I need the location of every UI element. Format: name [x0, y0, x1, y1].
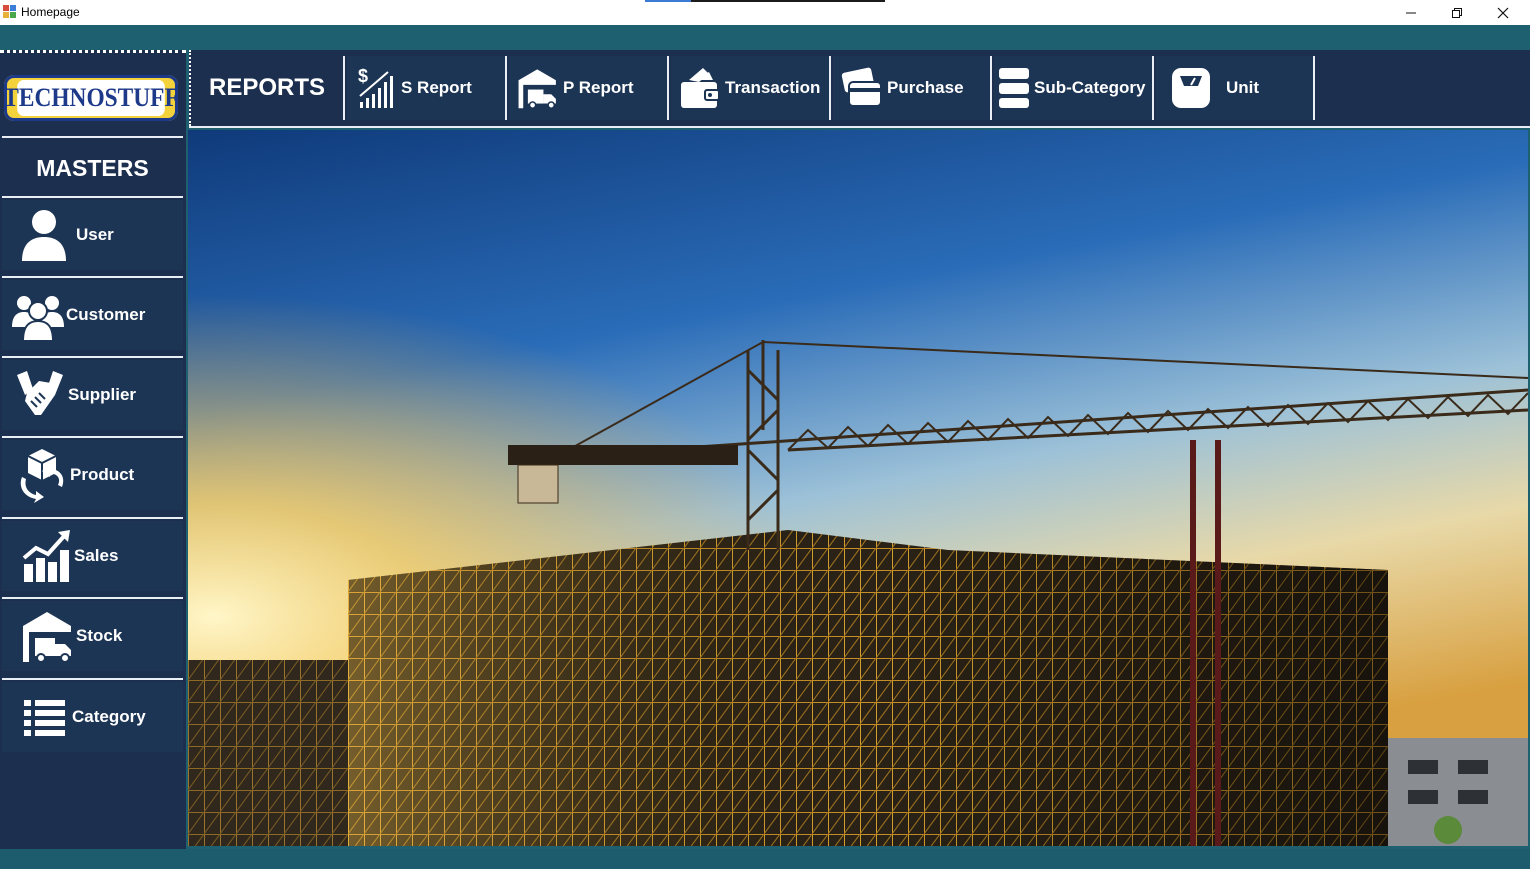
window-title: Homepage [21, 5, 80, 19]
sidebar-item-label: Stock [76, 626, 123, 645]
sidebar-item-label: Customer [66, 305, 146, 324]
dollar-bars-icon: $ [353, 65, 399, 111]
divider [343, 56, 345, 120]
sidebar-item-stock[interactable]: Stock [2, 601, 183, 671]
sidebar: TECHNOSTUFF MASTERS User Customer Suppli… [0, 50, 186, 849]
tab-sub-category[interactable]: Sub-Category [994, 56, 1152, 120]
tab-label: P Report [563, 78, 634, 97]
group-icon [10, 287, 66, 343]
database-icon [996, 65, 1032, 111]
title-bar: Homepage [0, 0, 1530, 25]
minimize-button[interactable] [1388, 0, 1434, 25]
warehouse-truck-icon [20, 608, 76, 664]
divider [2, 196, 183, 198]
tab-label: Transaction [725, 78, 821, 97]
tab-transaction[interactable]: Transaction [671, 56, 829, 120]
sidebar-item-label: Category [72, 707, 146, 726]
restore-button[interactable] [1434, 0, 1480, 25]
title-accent [645, 0, 885, 2]
sidebar-item-sales[interactable]: Sales [2, 521, 183, 591]
app-icon [3, 5, 16, 18]
tab-s-report[interactable]: $ S Report [347, 56, 505, 120]
tab-unit[interactable]: Unit [1156, 56, 1314, 120]
sidebar-item-category[interactable]: Category [2, 682, 183, 752]
sidebar-item-product[interactable]: Product [2, 440, 183, 510]
sidebar-heading: MASTERS [2, 140, 183, 196]
minimize-icon [1406, 12, 1416, 13]
divider [1313, 56, 1315, 120]
divider [2, 356, 183, 358]
construction-background-image [188, 130, 1528, 846]
tab-label: S Report [401, 78, 472, 97]
sidebar-item-customer[interactable]: Customer [2, 280, 183, 350]
logo-text: TECHNOSTUFF [3, 80, 179, 116]
status-strip [0, 849, 1530, 869]
scale-icon [1168, 65, 1214, 111]
tab-label: Unit [1226, 78, 1260, 97]
sales-chart-icon [18, 528, 74, 584]
warehouse-truck-icon [515, 65, 561, 111]
divider [2, 517, 183, 519]
user-icon [16, 207, 72, 263]
reports-heading: REPORTS [208, 74, 325, 101]
sidebar-item-user[interactable]: User [2, 200, 183, 270]
handshake-icon [12, 367, 68, 423]
divider [990, 56, 992, 120]
tab-p-report[interactable]: P Report [509, 56, 667, 120]
sidebar-item-label: Supplier [68, 385, 137, 404]
sidebar-item-label: User [76, 225, 114, 244]
list-icon [16, 689, 72, 745]
divider [2, 276, 183, 278]
svg-text:$: $ [358, 66, 368, 86]
close-icon [1497, 7, 1509, 18]
sidebar-item-label: Sales [74, 546, 119, 565]
divider [667, 56, 669, 120]
tab-label: Sub-Category [1034, 78, 1146, 97]
logo-area: TECHNOSTUFF [0, 50, 186, 134]
product-box-icon [14, 447, 70, 503]
wallet-icon [677, 65, 723, 111]
divider [2, 436, 183, 438]
sidebar-item-label: Product [70, 465, 135, 484]
close-button[interactable] [1480, 0, 1526, 25]
divider [505, 56, 507, 120]
restore-icon [1452, 7, 1462, 18]
reports-bar: REPORTS $ S Report P Report Transaction … [189, 50, 1530, 126]
divider [2, 136, 183, 138]
tab-label: Purchase [887, 78, 964, 97]
divider [189, 126, 1530, 128]
divider [2, 678, 183, 680]
divider [2, 597, 183, 599]
tab-purchase[interactable]: Purchase [833, 56, 991, 120]
divider [1152, 56, 1154, 120]
divider [829, 56, 831, 120]
card-icon [839, 65, 885, 111]
sidebar-item-supplier[interactable]: Supplier [2, 360, 183, 430]
logo: TECHNOSTUFF [3, 75, 179, 121]
